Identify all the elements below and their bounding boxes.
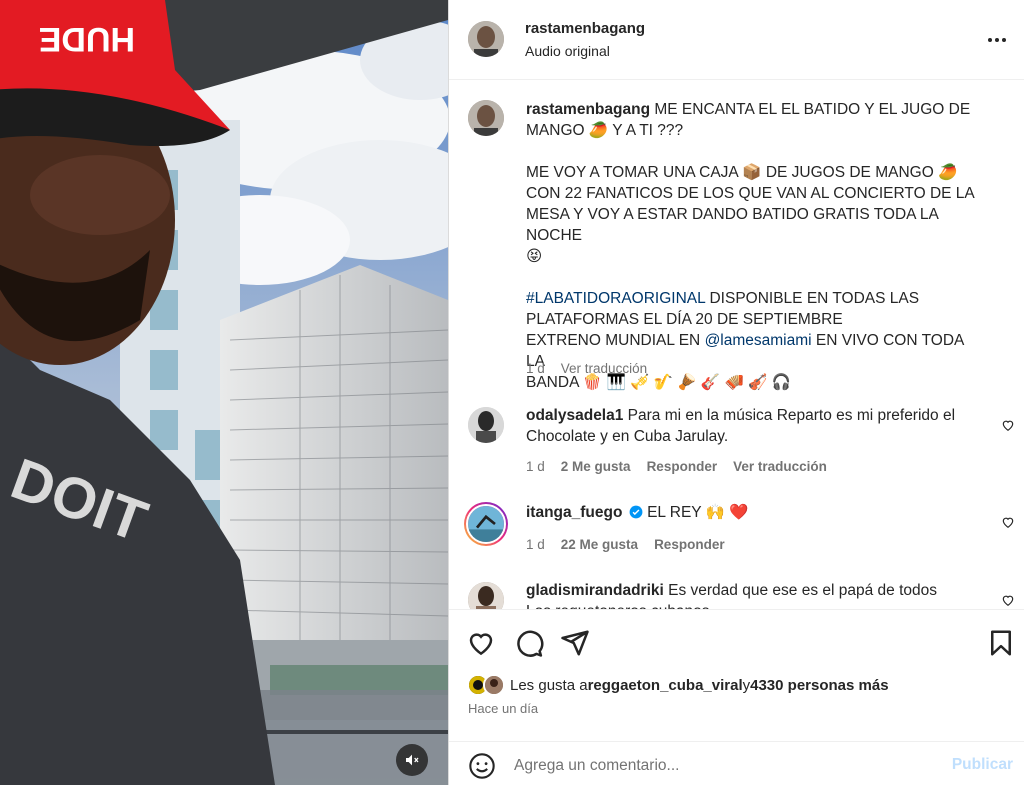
reply-button[interactable]: Responder (654, 537, 725, 552)
bookmark-icon[interactable] (986, 628, 1016, 658)
caption-line: CON 22 FANATICOS DE LOS QUE VAN AL CONCI… (526, 185, 975, 202)
comment-line: Para mi en la música Reparto es mi prefe… (623, 407, 956, 424)
comment-username[interactable]: gladismirandadriki (526, 582, 664, 599)
emoji-icon[interactable] (468, 752, 496, 780)
comment-text: itanga_fuego EL REY 🙌 ❤️ (526, 502, 986, 523)
caption-text: rastamenbagang ME ENCANTA EL EL BATIDO Y… (526, 99, 986, 393)
caption-line: ME VOY A TOMAR UNA CAJA 📦 DE JUGOS DE MA… (526, 164, 958, 181)
more-options-button[interactable] (985, 28, 1009, 52)
caption-avatar[interactable] (468, 100, 504, 136)
likes-count[interactable]: 4330 personas más (750, 677, 888, 694)
heart-icon[interactable] (1001, 418, 1015, 432)
post-photo: HUDE DOIT (0, 0, 448, 785)
mention-link[interactable]: @lamesamiami (705, 332, 812, 349)
publish-button[interactable]: Publicar (952, 756, 1013, 774)
comment-input[interactable] (514, 752, 934, 780)
comment-line: Es verdad que ese es el papá de todos (663, 582, 937, 599)
comment-line: EL REY 🙌 ❤️ (642, 504, 749, 521)
svg-text:HUDE: HUDE (39, 20, 135, 58)
comment-text: odalysadela1 Para mi en la música Repart… (526, 405, 986, 447)
comment-avatar[interactable] (468, 407, 504, 443)
comment-meta: 1 d 22 Me gusta Responder (526, 537, 725, 552)
likes-prefix: Les gusta a (510, 676, 588, 694)
liker-avatar (483, 674, 505, 696)
caption-meta: 1 d Ver traducción (526, 361, 647, 376)
translate-link[interactable]: Ver traducción (733, 459, 827, 474)
caption-line: PLATAFORMAS EL DÍA 20 DE SEPTIEMBRE (526, 311, 843, 328)
comment-likes[interactable]: 22 Me gusta (561, 537, 638, 552)
comment-line: Chocolate y en Cuba Jarulay. (526, 428, 729, 445)
caption-line: MESA Y VOY A ESTAR DANDO BATIDO GRATIS T… (526, 206, 939, 244)
caption-translate-link[interactable]: Ver traducción (561, 361, 647, 376)
comment-username[interactable]: odalysadela1 (526, 407, 623, 424)
comment-line: Los reguetoneros cubanos (526, 601, 986, 609)
comment-time[interactable]: 1 d (526, 459, 545, 474)
action-bar (449, 609, 1024, 669)
likes-summary[interactable]: Les gusta a reggaeton_cuba_viral y 4330 … (467, 674, 889, 696)
reply-button[interactable]: Responder (647, 459, 718, 474)
comment-likes[interactable]: 2 Me gusta (561, 459, 631, 474)
comments-section[interactable]: rastamenbagang ME ENCANTA EL EL BATIDO Y… (449, 81, 1024, 609)
heart-icon[interactable] (1001, 515, 1015, 529)
post-timestamp[interactable]: Hace un día (468, 701, 538, 716)
caption-line: EXTRENO MUNDIAL EN (526, 332, 705, 349)
likes-middle: y (742, 676, 751, 694)
caption-username[interactable]: rastamenbagang (526, 101, 650, 118)
comment-text: gladismirandadriki Es verdad que ese es … (526, 580, 986, 609)
comment-icon[interactable] (514, 628, 544, 658)
hashtag-link[interactable]: #LABATIDORAORIGINAL (526, 290, 705, 307)
caption-line: DISPONIBLE EN TODAS LAS (705, 290, 920, 307)
caption-line: ME ENCANTA EL EL BATIDO Y EL JUGO DE (650, 101, 971, 118)
caption-line: MANGO 🥭 Y A TI ??? (526, 122, 684, 139)
post-details: rastamenbagang Audio original rastamenba… (448, 0, 1024, 785)
comment-avatar[interactable] (468, 582, 504, 609)
heart-icon[interactable] (466, 628, 496, 658)
comment-meta: 1 d 2 Me gusta Responder Ver traducción (526, 459, 827, 474)
author-avatar[interactable] (468, 21, 504, 57)
liker-username[interactable]: reggaeton_cuba_viral (588, 677, 743, 694)
add-comment-bar: Publicar (449, 741, 1024, 785)
speaker-muted-icon (406, 754, 419, 766)
caption-time[interactable]: 1 d (526, 361, 545, 376)
more-horizontal-icon (988, 38, 1006, 42)
heart-icon[interactable] (1001, 593, 1015, 607)
audio-link[interactable]: Audio original (525, 43, 610, 59)
verified-badge-icon (629, 505, 643, 519)
post-media[interactable]: HUDE DOIT (0, 0, 448, 785)
mute-button[interactable] (396, 744, 428, 776)
post-header: rastamenbagang Audio original (449, 0, 1024, 80)
send-icon[interactable] (560, 628, 590, 658)
author-username[interactable]: rastamenbagang (525, 20, 645, 37)
caption-line: 😝 (526, 248, 543, 265)
comment-time[interactable]: 1 d (526, 537, 545, 552)
comment-username[interactable]: itanga_fuego (526, 504, 622, 521)
comment-avatar-story[interactable] (464, 502, 508, 546)
